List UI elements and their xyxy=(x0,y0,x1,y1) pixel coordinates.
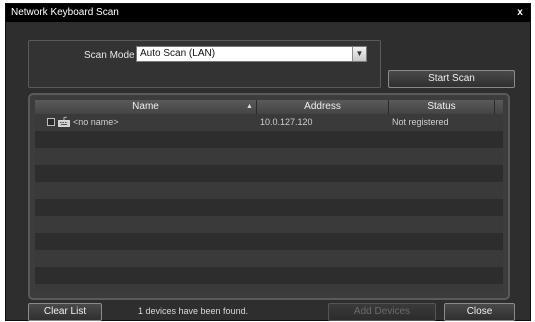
empty-row xyxy=(35,199,503,216)
row-name: <no name> xyxy=(73,117,119,127)
row-status: Not registered xyxy=(392,117,449,127)
scan-mode-panel: Scan Mode : Auto Scan (LAN) ▼ xyxy=(28,40,381,88)
column-header-name[interactable]: Name xyxy=(35,100,257,114)
column-header-status[interactable]: Status xyxy=(389,100,495,114)
keyboard-icon xyxy=(58,116,70,127)
empty-row xyxy=(35,267,503,284)
table-row[interactable]: <no name> 10.0.127.120 Not registered xyxy=(35,114,503,131)
chevron-down-icon[interactable]: ▼ xyxy=(352,47,366,61)
table-header: Name ▲ Address Status xyxy=(35,100,503,114)
row-checkbox[interactable] xyxy=(47,118,55,126)
start-scan-button[interactable]: Start Scan xyxy=(388,70,515,88)
device-list-panel: Name ▲ Address Status <no name> 10.0.127… xyxy=(28,93,510,300)
empty-row xyxy=(35,216,503,233)
empty-row xyxy=(35,182,503,199)
close-button[interactable]: Close xyxy=(444,303,515,321)
empty-row xyxy=(35,284,503,291)
network-keyboard-scan-window: Network Keyboard Scan x Scan Mode : Auto… xyxy=(5,3,531,321)
title-bar: Network Keyboard Scan x xyxy=(6,4,530,22)
found-count-text: 1 devices have been found. xyxy=(138,306,249,316)
scan-mode-label: Scan Mode : xyxy=(84,50,141,61)
sort-ascending-icon: ▲ xyxy=(246,103,253,110)
window-title: Network Keyboard Scan xyxy=(11,7,119,18)
empty-row xyxy=(35,250,503,267)
scan-mode-value: Auto Scan (LAN) xyxy=(140,48,216,59)
empty-row xyxy=(35,165,503,182)
column-header-address[interactable]: Address xyxy=(257,100,389,114)
empty-row xyxy=(35,131,503,148)
empty-row xyxy=(35,233,503,250)
row-address: 10.0.127.120 xyxy=(260,117,313,127)
clear-list-button[interactable]: Clear List xyxy=(28,303,102,321)
dialog-body: Scan Mode : Auto Scan (LAN) ▼ Start Scan… xyxy=(6,22,530,321)
close-icon[interactable]: x xyxy=(514,4,526,22)
scan-mode-select[interactable]: Auto Scan (LAN) ▼ xyxy=(136,46,367,62)
device-table[interactable]: Name ▲ Address Status <no name> 10.0.127… xyxy=(35,100,503,291)
add-devices-button[interactable]: Add Devices xyxy=(328,303,436,321)
empty-row xyxy=(35,148,503,165)
